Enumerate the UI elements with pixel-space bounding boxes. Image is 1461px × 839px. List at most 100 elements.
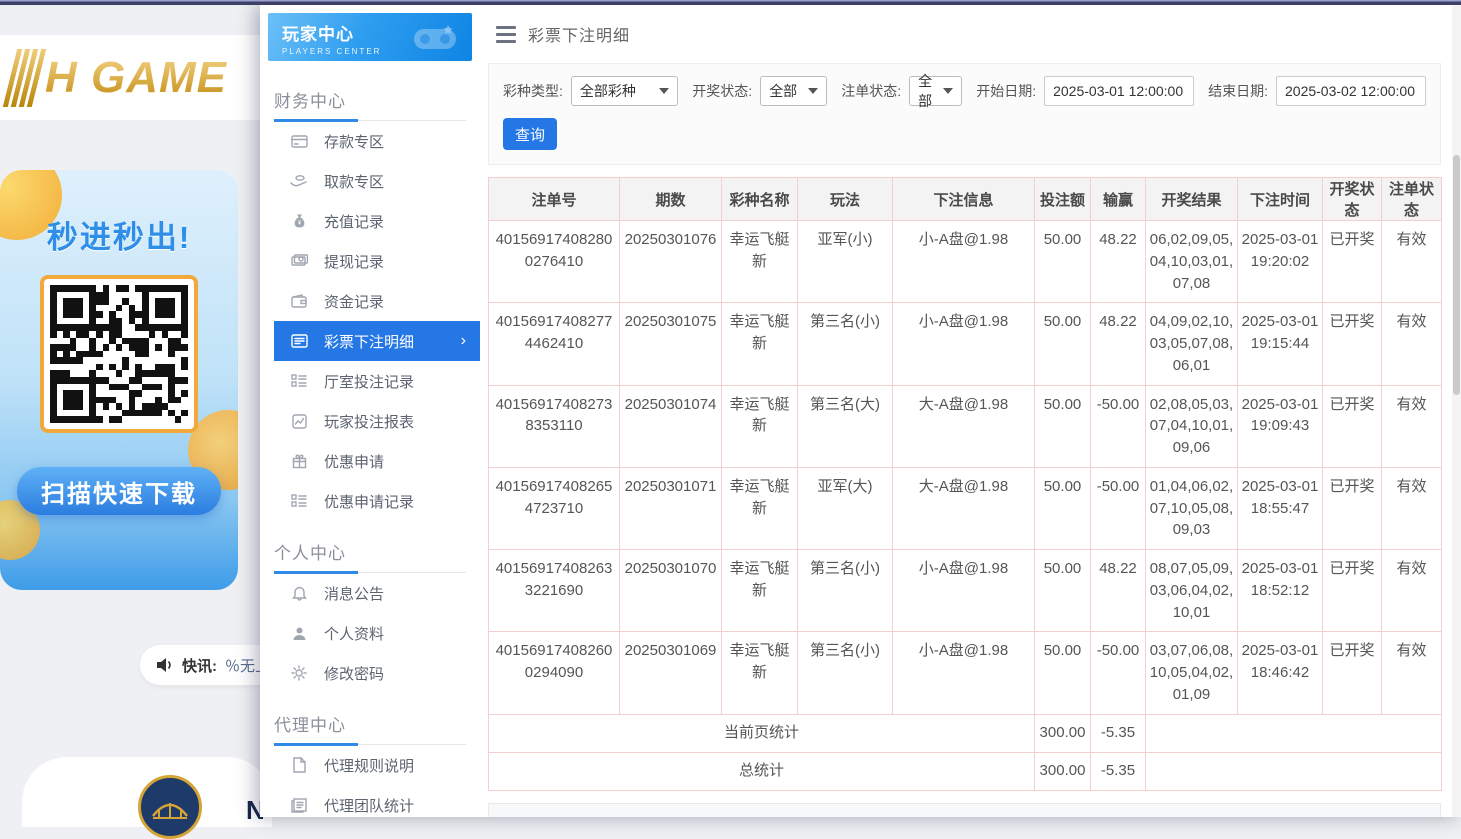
table-cell: 50.00 (1035, 467, 1091, 549)
table-cell: 20250301070 (620, 550, 722, 632)
table-row: 40156917408277446241020250301075幸运飞艇新第三名… (489, 303, 1442, 385)
table-cell: 幸运飞艇新 (722, 303, 798, 385)
chevron-down-icon (659, 88, 669, 94)
withdraw-hand-icon (290, 172, 308, 190)
sidebar-item[interactable]: 修改密码 (260, 653, 480, 693)
sidebar-item[interactable]: 玩家投注报表 (260, 401, 480, 441)
menu-toggle-icon[interactable] (496, 26, 516, 43)
table-cell: 50.00 (1035, 632, 1091, 714)
end-date-label: 结束日期: (1208, 81, 1268, 101)
summary-bet-total: 300.00 (1035, 752, 1091, 790)
summary-win-total: -5.35 (1091, 714, 1146, 752)
table-cell: 小-A盘@1.98 (893, 632, 1035, 714)
scrollbar-track[interactable] (1452, 5, 1461, 817)
sidebar-item[interactable]: 资金记录 (260, 281, 480, 321)
sidebar-item[interactable]: 优惠申请记录 (260, 481, 480, 521)
table-cell: 幸运飞艇新 (722, 385, 798, 467)
table-cell: 50.00 (1035, 303, 1091, 385)
table-cell: 已开奖 (1323, 632, 1382, 714)
table-cell: 48.22 (1091, 550, 1146, 632)
sidebar-section: 代理中心代理规则说明代理团队统计 (260, 693, 480, 817)
table-cell: 有效 (1382, 467, 1442, 549)
records-grid-icon (290, 372, 308, 390)
section-title: 财务中心 (260, 77, 480, 120)
top-window-strip (0, 0, 1461, 5)
table-cell: 2025-03-01 18:55:47 (1238, 467, 1323, 549)
table-cell: 01,04,06,02,07,10,05,08,09,03 (1146, 467, 1238, 549)
sidebar-section: 个人中心消息公告个人资料修改密码 (260, 521, 480, 693)
table-cell: -50.00 (1091, 467, 1146, 549)
sidebar-item[interactable]: 优惠申请 (260, 441, 480, 481)
sidebar-item-label: 修改密码 (324, 663, 384, 684)
table-cell: -50.00 (1091, 385, 1146, 467)
table-row: 40156917408273835311020250301074幸运飞艇新第三名… (489, 385, 1442, 467)
sidebar-item[interactable]: 代理团队统计 (260, 785, 480, 817)
pagination-bar: 每页显示20条 共6条 首页 上一页 [1] 下一页 第 页 跳转 (488, 803, 1441, 818)
table-cell: 2025-03-01 18:46:42 (1238, 632, 1323, 714)
table-cell: 有效 (1382, 550, 1442, 632)
section-title: 代理中心 (260, 701, 480, 744)
table-cell: 02,08,05,03,07,04,10,01,09,06 (1146, 385, 1238, 467)
table-cell: 48.22 (1091, 221, 1146, 303)
sidebar-item-label: 个人资料 (324, 623, 384, 644)
sidebar-item[interactable]: 提现记录 (260, 241, 480, 281)
sidebar-item-label: 充值记录 (324, 211, 384, 232)
table-cell: 第三名(小) (798, 632, 893, 714)
table-cell: 2025-03-01 19:15:44 (1238, 303, 1323, 385)
table-cell: 20250301069 (620, 632, 722, 714)
table-cell: 大-A盘@1.98 (893, 467, 1035, 549)
order-status-select[interactable]: 全部 (909, 76, 962, 106)
sidebar-item-label: 彩票下注明细 (324, 331, 414, 352)
summary-empty (1146, 752, 1442, 790)
table-cell: 401569174082654723710 (489, 467, 620, 549)
start-date-input[interactable] (1044, 76, 1194, 106)
end-date-input[interactable] (1276, 76, 1426, 106)
table-cell: 幸运飞艇新 (722, 467, 798, 549)
site-logo-strip: H GAME (0, 35, 262, 120)
column-header: 玩法 (798, 178, 893, 221)
lottery-type-select[interactable]: 全部彩种 (571, 76, 678, 106)
table-cell: 50.00 (1035, 221, 1091, 303)
sidebar-item-label: 代理规则说明 (324, 755, 414, 776)
table-cell: 幸运飞艇新 (722, 550, 798, 632)
start-date-label: 开始日期: (976, 81, 1036, 101)
table-cell: 08,07,05,09,03,06,04,02,10,01 (1146, 550, 1238, 632)
table-cell: 第三名(小) (798, 303, 893, 385)
bell-icon (290, 584, 308, 602)
table-cell: 20250301074 (620, 385, 722, 467)
document-icon (290, 756, 308, 774)
sidebar-item[interactable]: 消息公告 (260, 573, 480, 613)
scrollbar-thumb[interactable] (1453, 155, 1460, 395)
sidebar-item[interactable]: 彩票下注明细› (274, 321, 480, 361)
sidebar-item[interactable]: 个人资料 (260, 613, 480, 653)
sidebar-item[interactable]: 代理规则说明 (260, 745, 480, 785)
sidebar-item[interactable]: ¥充值记录 (260, 201, 480, 241)
sidebar-item[interactable]: 取款专区 (260, 161, 480, 201)
draw-status-select[interactable]: 全部 (760, 76, 827, 106)
download-button[interactable]: 扫描快速下载 (17, 467, 221, 515)
table-cell: 2025-03-01 19:20:02 (1238, 221, 1323, 303)
sidebar-item[interactable]: 存款专区 (260, 121, 480, 161)
table-cell: -50.00 (1091, 632, 1146, 714)
table-cell: 48.22 (1091, 303, 1146, 385)
sidebar-item-label: 存款专区 (324, 131, 384, 152)
team-logo (138, 775, 202, 839)
table-cell: 04,09,02,10,03,05,07,08,06,01 (1146, 303, 1238, 385)
sidebar-banner: 玩家中心 PLAYERS CENTER (268, 13, 472, 61)
table-cell: 有效 (1382, 632, 1442, 714)
sidebar-item[interactable]: 厅室投注记录 (260, 361, 480, 401)
table-cell: 401569174082633221690 (489, 550, 620, 632)
table-cell: 有效 (1382, 221, 1442, 303)
table-cell: 50.00 (1035, 550, 1091, 632)
table-row: 40156917408263322169020250301070幸运飞艇新第三名… (489, 550, 1442, 632)
main-content: 彩票下注明细 彩种类型: 全部彩种 开奖状态: 全部 注单状态: 全部 (480, 5, 1461, 817)
site-logo-text: H GAME (45, 53, 227, 103)
order-status-label: 注单状态: (841, 81, 901, 101)
column-header: 开奖状态 (1323, 178, 1382, 221)
column-header: 彩种名称 (722, 178, 798, 221)
column-header: 下注信息 (893, 178, 1035, 221)
chevron-down-icon (943, 88, 953, 94)
query-button[interactable]: 查询 (503, 118, 557, 150)
table-header-row: 注单号期数彩种名称玩法下注信息投注额输赢开奖结果下注时间开奖状态注单状态 (489, 178, 1442, 221)
column-header: 下注时间 (1238, 178, 1323, 221)
